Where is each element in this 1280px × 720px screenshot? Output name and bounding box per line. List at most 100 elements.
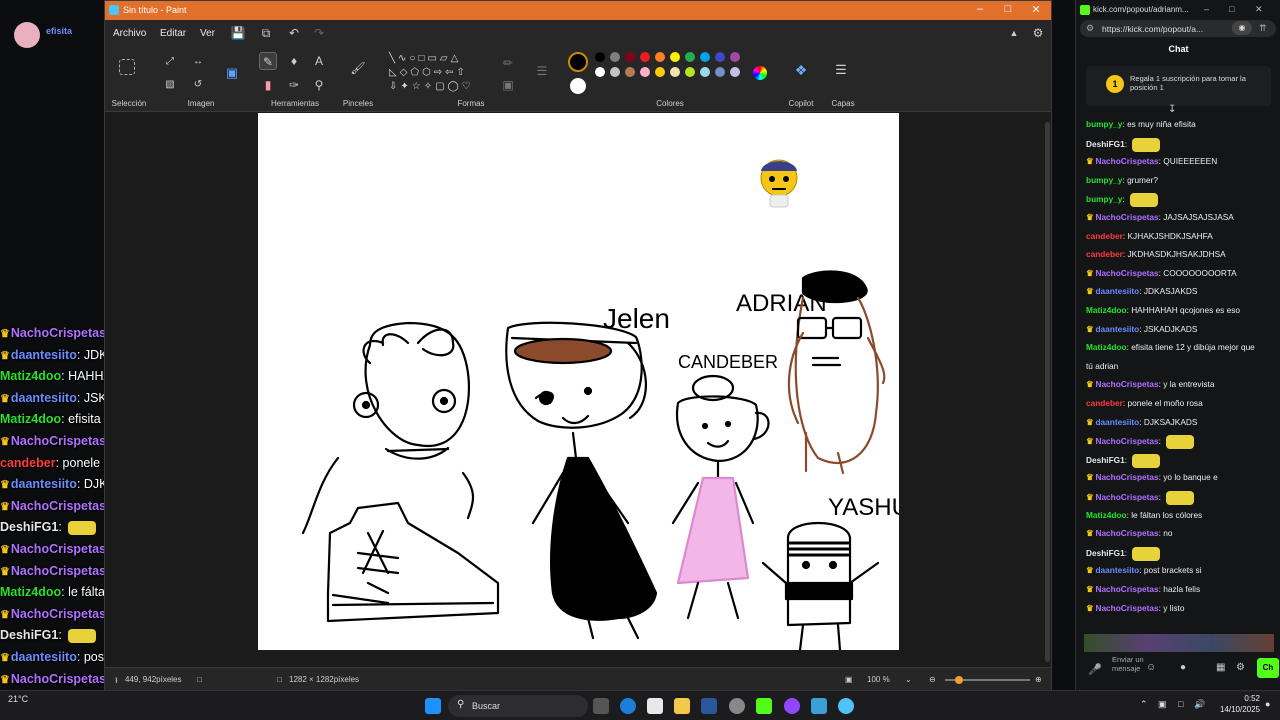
palette-swatch[interactable]: [610, 67, 620, 77]
weather-text[interactable]: 21°C: [8, 694, 28, 704]
secondary-color[interactable]: [570, 78, 586, 94]
rotate-icon[interactable]: ↺: [189, 76, 207, 94]
palette-swatch[interactable]: [730, 67, 740, 77]
chat-username[interactable]: NachoCrispetas: [1095, 603, 1158, 613]
volume-icon[interactable]: 🔊: [1194, 699, 1205, 710]
palette-swatch[interactable]: [715, 67, 725, 77]
minimize-button[interactable]: –: [965, 3, 995, 15]
zoom-in-icon[interactable]: ⊕: [1035, 675, 1042, 684]
eraser-icon[interactable]: ▮: [259, 76, 277, 94]
zoom-dropdown-icon[interactable]: ⌄: [905, 675, 912, 684]
chat-username[interactable]: DeshiFG1: [0, 628, 58, 642]
address-bar[interactable]: ⚙ https://kick.com/popout/a... ◉ ⇈: [1080, 20, 1276, 37]
drawing-canvas[interactable]: Jelen CANDEBER ADRIAN YASH: [258, 113, 909, 652]
edge-icon[interactable]: [620, 698, 636, 714]
palette-swatch[interactable]: [685, 52, 695, 62]
clock-date[interactable]: 14/10/2025: [1208, 705, 1260, 714]
browser-tab-title[interactable]: kick.com/popout/adrianm...: [1093, 5, 1189, 14]
chat-username[interactable]: NachoCrispetas: [1095, 584, 1158, 594]
palette-swatch[interactable]: [670, 67, 680, 77]
palette-swatch[interactable]: [640, 67, 650, 77]
chat-username[interactable]: Matiz4doo: [0, 412, 61, 426]
chat-send-button[interactable]: Ch: [1257, 658, 1279, 678]
chat-username[interactable]: bumpy_y: [1086, 119, 1122, 129]
share-icon[interactable]: ▲: [1005, 24, 1023, 42]
emote-bar[interactable]: [1084, 634, 1274, 652]
notepad-icon[interactable]: [811, 698, 827, 714]
notifications-icon[interactable]: ●: [1265, 699, 1270, 709]
chat-username[interactable]: daantesiito: [11, 348, 77, 362]
palette-swatch[interactable]: [700, 52, 710, 62]
text-icon[interactable]: A: [310, 52, 328, 70]
chat-username[interactable]: Matiz4doo: [0, 585, 61, 599]
explorer-icon[interactable]: [674, 698, 690, 714]
users-icon[interactable]: ●: [1180, 662, 1186, 673]
message-input[interactable]: Enviar un mensaje: [1112, 655, 1144, 673]
select-tool-icon[interactable]: [119, 59, 135, 75]
chat-username[interactable]: NachoCrispetas: [1095, 436, 1158, 446]
zoom-level[interactable]: 100 %: [867, 675, 897, 684]
search-box[interactable]: ⚲ Buscar: [448, 695, 588, 717]
palette-swatch[interactable]: [685, 67, 695, 77]
chat-username[interactable]: daantesiito: [1095, 417, 1139, 427]
window-minimize-icon[interactable]: –: [1204, 4, 1209, 14]
kick-app-icon[interactable]: [756, 698, 772, 714]
outline-icon[interactable]: ✏: [499, 54, 517, 72]
chat-username[interactable]: NachoCrispetas: [11, 564, 106, 578]
palette-swatch[interactable]: [730, 52, 740, 62]
start-icon[interactable]: [425, 698, 441, 714]
chat-username[interactable]: NachoCrispetas: [1095, 492, 1158, 502]
shape-size-icon[interactable]: ☰: [533, 62, 551, 80]
chat-username[interactable]: daantesiito: [11, 391, 77, 405]
crop-icon[interactable]: ⤢: [161, 53, 179, 71]
copilot-icon[interactable]: ❖: [792, 61, 810, 79]
maximize-button[interactable]: □: [993, 3, 1023, 15]
brush-icon[interactable]: 🖌: [349, 59, 367, 77]
chat-username[interactable]: NachoCrispetas: [1095, 379, 1158, 389]
chrome-icon[interactable]: [729, 698, 745, 714]
task-view-icon[interactable]: [593, 698, 609, 714]
magnifier-icon[interactable]: ⚲: [310, 76, 328, 94]
chat-username[interactable]: DeshiFG1: [1086, 548, 1125, 558]
new-window-icon[interactable]: ⧉: [257, 24, 275, 42]
reader-icon[interactable]: ⇈: [1259, 23, 1267, 34]
primary-color[interactable]: [568, 52, 588, 72]
chat-username[interactable]: NachoCrispetas: [11, 672, 106, 686]
chat-username[interactable]: NachoCrispetas: [1095, 156, 1158, 166]
chat-username[interactable]: candeber: [0, 456, 56, 470]
microphone-icon[interactable]: 🎤: [1088, 663, 1102, 676]
discord-icon[interactable]: [784, 698, 800, 714]
chat-username[interactable]: DeshiFG1: [1086, 139, 1125, 149]
edit-colors-icon[interactable]: [753, 66, 767, 80]
emoji-icon[interactable]: ☺: [1146, 662, 1156, 673]
menu-ver[interactable]: Ver: [200, 28, 215, 39]
palette-swatch[interactable]: [640, 52, 650, 62]
chat-username[interactable]: bumpy_y: [1086, 175, 1122, 185]
chat-username[interactable]: NachoCrispetas: [1095, 528, 1158, 538]
chat-username[interactable]: Matiz4doo: [1086, 342, 1127, 352]
undo-icon[interactable]: ↶: [285, 24, 303, 42]
zoom-out-icon[interactable]: ⊖: [929, 675, 936, 684]
clock-time[interactable]: 0:52: [1210, 694, 1260, 703]
chat-username[interactable]: Matiz4doo: [1086, 510, 1127, 520]
chat-username[interactable]: DeshiFG1: [0, 520, 58, 534]
paint-taskbar-icon[interactable]: [838, 698, 854, 714]
vertical-scrollbar[interactable]: [1045, 122, 1050, 662]
save-icon[interactable]: 💾: [229, 24, 247, 42]
chat-settings-icon[interactable]: ⚙: [1236, 662, 1245, 673]
chat-username[interactable]: candeber: [1086, 231, 1123, 241]
chat-username[interactable]: NachoCrispetas: [1095, 212, 1158, 222]
pencil-icon[interactable]: ✎: [259, 52, 277, 70]
redo-icon[interactable]: ↷: [310, 24, 328, 42]
settings-icon[interactable]: ⚙: [1029, 24, 1047, 42]
color-picker-icon[interactable]: ✑: [285, 76, 303, 94]
chat-username[interactable]: candeber: [1086, 398, 1123, 408]
chat-username[interactable]: daantesiito: [11, 477, 77, 491]
menu-archivo[interactable]: Archivo: [113, 28, 146, 39]
fit-icon[interactable]: ▣: [845, 675, 853, 684]
chat-username[interactable]: daantesiito: [1095, 565, 1139, 575]
resize-icon[interactable]: ↔: [189, 53, 207, 71]
chat-username[interactable]: daantesiito: [1095, 324, 1139, 334]
close-button[interactable]: ✕: [1021, 3, 1051, 16]
chat-username[interactable]: NachoCrispetas: [1095, 268, 1158, 278]
